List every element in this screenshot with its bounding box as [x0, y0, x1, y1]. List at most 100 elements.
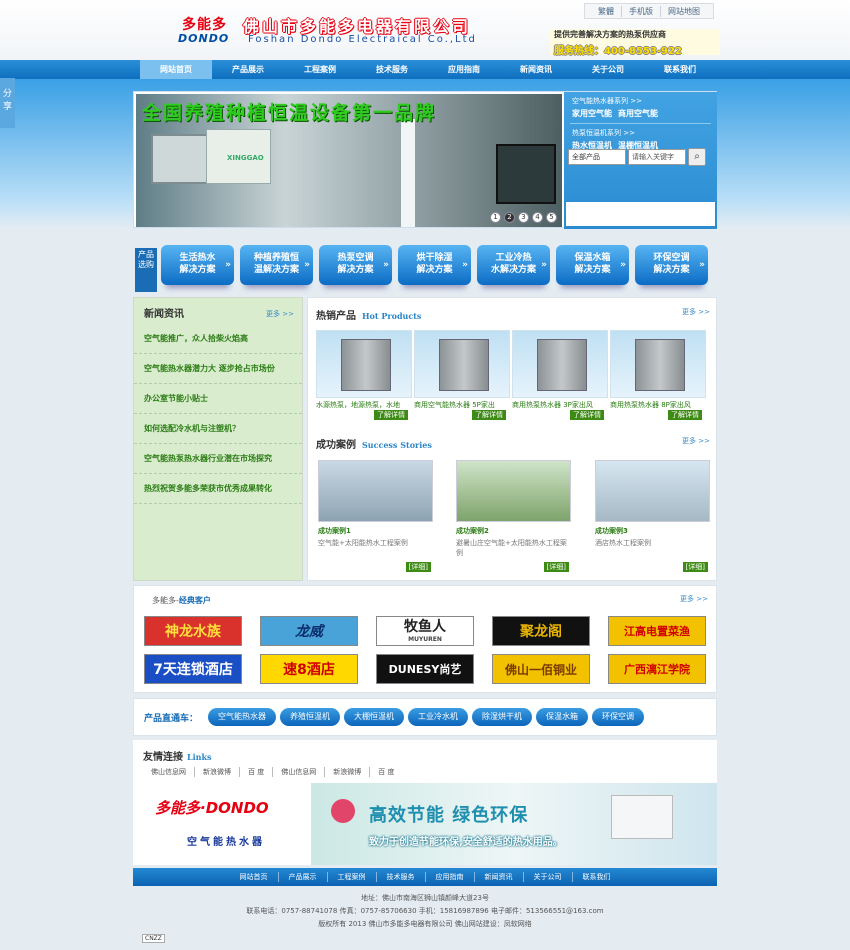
nav-home[interactable]: 网站首页 — [140, 60, 212, 79]
client-logo[interactable]: 牧鱼人 MUYUREN — [376, 616, 474, 646]
news-item[interactable]: 空气能热水器潜力大 逐步抢占市场份 — [134, 354, 302, 384]
solution-button[interactable]: 保温水箱 解决方案» — [556, 245, 629, 285]
search-input[interactable]: 请输入关键字 — [628, 149, 686, 165]
news-more-link[interactable]: 更多 >> — [266, 309, 294, 319]
product-card[interactable]: 商用热泵热水器 8P家出风 了解详情 — [610, 330, 706, 426]
direct-chip[interactable]: 环保空调 — [592, 708, 644, 726]
detail-button[interactable]: 了解详情 — [472, 410, 506, 420]
case-name[interactable]: 成功案例2 — [456, 526, 571, 536]
stats-badge[interactable]: CNZZ — [142, 934, 165, 943]
series-title[interactable]: 热泵恒温机系列 — [572, 129, 621, 137]
link-sitemap[interactable]: 网站地图 — [660, 5, 707, 17]
banner-slide[interactable]: XINGGAO 全国养殖种植恒温设备第一品牌 1 2 3 4 5 — [136, 94, 562, 227]
direct-chip[interactable]: 大棚恒温机 — [344, 708, 404, 726]
friend-link[interactable]: 新浪微博 — [324, 767, 369, 777]
footer-link[interactable]: 新闻资讯 — [473, 872, 523, 882]
friend-link[interactable]: 百 度 — [369, 767, 402, 777]
direct-chip[interactable]: 保温水箱 — [536, 708, 588, 726]
nav-cases[interactable]: 工程案例 — [284, 60, 356, 79]
case-card[interactable]: 成功案例1 空气能+太阳能热水工程案例 [详细] — [318, 460, 433, 572]
footer-link[interactable]: 产品展示 — [277, 872, 327, 882]
slide-dot[interactable]: 3 — [518, 212, 529, 223]
link-traditional[interactable]: 繁體 — [591, 6, 621, 17]
slide-dot[interactable]: 1 — [490, 212, 501, 223]
solution-button[interactable]: 环保空调 解决方案» — [635, 245, 708, 285]
client-logo[interactable]: 速8酒店 — [260, 654, 358, 684]
hot-products-more-link[interactable]: 更多 >> — [682, 307, 710, 317]
series-link[interactable]: 家用空气能 — [572, 109, 612, 118]
footer-link[interactable]: 工程案例 — [326, 872, 376, 882]
case-detail-button[interactable]: [详细] — [682, 562, 708, 572]
detail-button[interactable]: 了解详情 — [374, 410, 408, 420]
friend-link[interactable]: 新浪微博 — [194, 767, 239, 777]
nav-service[interactable]: 技术服务 — [356, 60, 428, 79]
product-card[interactable]: 商用空气能热水器 5P家出 了解详情 — [414, 330, 510, 426]
client-logo[interactable]: 龙威 — [260, 616, 358, 646]
news-item[interactable]: 办公室节能小贴士 — [134, 384, 302, 414]
direct-chip[interactable]: 除湿烘干机 — [472, 708, 532, 726]
footer-link[interactable]: 应用指南 — [424, 872, 474, 882]
case-detail-button[interactable]: [详细] — [543, 562, 569, 572]
news-item[interactable]: 空气能推广，众人拾柴火焰高 — [134, 324, 302, 354]
footer-link[interactable]: 技术服务 — [375, 872, 425, 882]
product-caption[interactable]: 商用空气能热水器 5P家出 — [414, 400, 510, 410]
case-detail-button[interactable]: [详细] — [405, 562, 431, 572]
client-logo[interactable]: 神龙水族 — [144, 616, 242, 646]
link-mobile[interactable]: 手机版 — [621, 5, 660, 17]
solution-button[interactable]: 热泵空调 解决方案» — [319, 245, 392, 285]
nav-contact[interactable]: 联系我们 — [644, 60, 716, 79]
footer-link[interactable]: 网站首页 — [230, 872, 278, 882]
nav-guide[interactable]: 应用指南 — [428, 60, 500, 79]
series-title[interactable]: 空气能热水器系列 — [572, 97, 628, 105]
product-card[interactable]: 商用热泵热水器 3P家出风 了解详情 — [512, 330, 608, 426]
detail-button[interactable]: 了解详情 — [570, 410, 604, 420]
slide-dot[interactable]: 2 — [504, 212, 515, 223]
solution-button[interactable]: 生活热水 解决方案» — [161, 245, 234, 285]
category-select[interactable]: 全部产品 — [568, 149, 626, 165]
client-logo[interactable]: 聚龙阁 — [492, 616, 590, 646]
product-card[interactable]: 水源热泵，地源热泵，水地 了解详情 — [316, 330, 412, 426]
logo-cn[interactable]: 多能多 — [182, 14, 227, 34]
news-item[interactable]: 如何选配冷水机与注塑机？ — [134, 414, 302, 444]
client-logo[interactable]: 江高电置菜渔 — [608, 616, 706, 646]
case-card[interactable]: 成功案例2 避暑山庄空气能+太阳能热水工程案例 [详细] — [456, 460, 571, 572]
success-more-link[interactable]: 更多 >> — [682, 436, 710, 446]
client-logo[interactable]: 佛山一佰铜业 — [492, 654, 590, 684]
footer-link[interactable]: 关于公司 — [522, 872, 572, 882]
series-panel: 空气能热水器系列 >> 家用空气能 商用空气能 热泵恒温机系列 >> 热水恒温机温… — [564, 92, 717, 229]
product-caption[interactable]: 商用热泵热水器 8P家出风 — [610, 400, 706, 410]
solution-button[interactable]: 烘干除湿 解决方案» — [398, 245, 471, 285]
friend-link[interactable]: 佛山信息网 — [143, 767, 194, 777]
clients-more-link[interactable]: 更多 >> — [680, 594, 708, 604]
product-caption[interactable]: 商用热泵热水器 3P家出风 — [512, 400, 608, 410]
friend-link[interactable]: 百 度 — [239, 767, 272, 777]
search-button[interactable]: ⌕ — [688, 148, 706, 166]
share-tab[interactable]: 分享 — [0, 78, 15, 128]
client-logo[interactable]: 7天连锁酒店 — [144, 654, 242, 684]
client-logo[interactable]: 广西漓江学院 — [608, 654, 706, 684]
case-name[interactable]: 成功案例1 — [318, 526, 433, 536]
ad-product: 空气能热水器 — [187, 837, 265, 848]
logo-en[interactable]: DONDO — [178, 32, 229, 45]
client-logo[interactable]: DUNESY尚艺 — [376, 654, 474, 684]
detail-button[interactable]: 了解详情 — [668, 410, 702, 420]
series-link[interactable]: 商用空气能 — [618, 109, 658, 118]
direct-chip[interactable]: 空气能热水器 — [208, 708, 276, 726]
nav-about[interactable]: 关于公司 — [572, 60, 644, 79]
case-name[interactable]: 成功案例3 — [595, 526, 710, 536]
direct-chip[interactable]: 工业冷水机 — [408, 708, 468, 726]
footer-link[interactable]: 联系我们 — [571, 872, 621, 882]
product-caption[interactable]: 水源热泵，地源热泵，水地 — [316, 400, 412, 410]
news-item[interactable]: 空气能热泵热水器行业潜在市场探究 — [134, 444, 302, 474]
direct-chip[interactable]: 养殖恒温机 — [280, 708, 340, 726]
nav-products[interactable]: 产品展示 — [212, 60, 284, 79]
news-item[interactable]: 热烈祝贺多能多荣获市优秀成果转化 — [134, 474, 302, 504]
ad-banner[interactable]: 多能多·DONDO 空气能热水器 高效节能 绿色环保 致力于创造节能环保,安全舒… — [133, 783, 717, 865]
slide-dot[interactable]: 4 — [532, 212, 543, 223]
solution-button[interactable]: 工业冷热 水解决方案» — [477, 245, 550, 285]
slide-dot[interactable]: 5 — [546, 212, 557, 223]
friend-link[interactable]: 佛山信息网 — [272, 767, 324, 777]
solution-button[interactable]: 种植养殖恒 温解决方案» — [240, 245, 313, 285]
nav-news[interactable]: 新闻资讯 — [500, 60, 572, 79]
case-card[interactable]: 成功案例3 酒店热水工程案例 [详细] — [595, 460, 710, 572]
